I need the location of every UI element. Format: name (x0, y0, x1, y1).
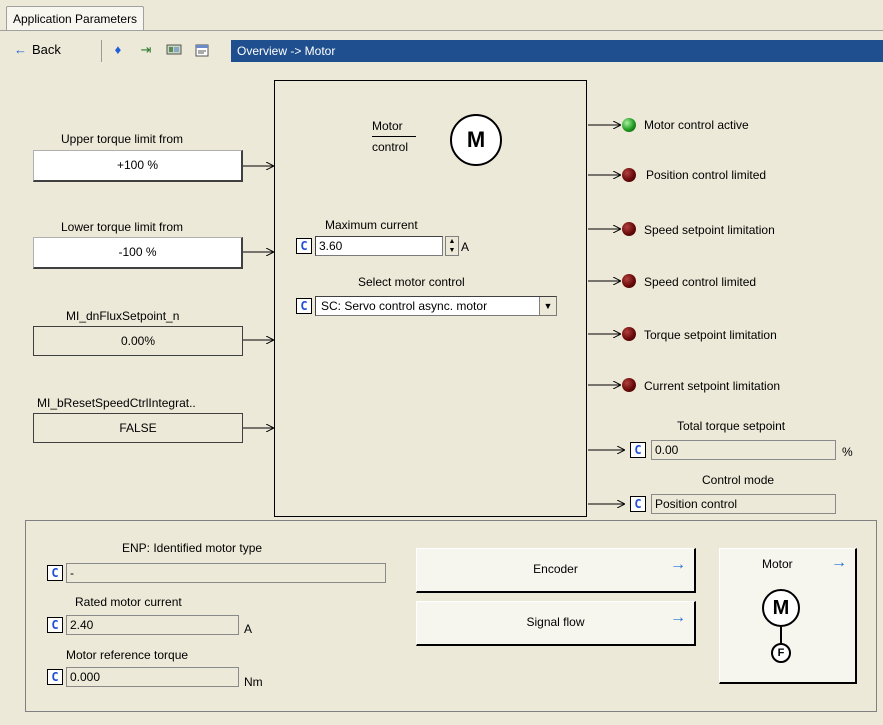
enp-label: ENP: Identified motor type (122, 541, 263, 555)
arrow-right-icon: → (670, 556, 686, 573)
total-torque-c-button[interactable]: C (630, 442, 646, 458)
motor-shaft (780, 627, 782, 643)
rated-current-label: Rated motor current (75, 595, 182, 609)
signal-flow-button-label: Signal flow (526, 615, 585, 629)
max-current-unit: A (461, 240, 470, 254)
max-current-label: Maximum current (325, 218, 418, 232)
control-mode-value: Position control (651, 494, 836, 514)
upper-torque-label: Upper torque limit from (61, 132, 184, 146)
current-setpoint-limitation-label: Current setpoint limitation (644, 379, 781, 393)
flux-setpoint-label: MI_dnFluxSetpoint_n (66, 309, 180, 323)
torque-setpoint-limitation-led (622, 327, 636, 341)
motor-label: Motor (372, 119, 403, 133)
rated-current-unit: A (244, 622, 253, 636)
max-current-spinner[interactable]: ▲ ▼ (445, 236, 459, 256)
motor-symbol-icon: M (450, 114, 502, 166)
rated-current-c-button[interactable]: C (47, 617, 63, 633)
motor-control-underline (372, 136, 416, 137)
control-label: control (372, 140, 409, 154)
select-motor-control-label: Select motor control (358, 275, 465, 289)
signal-flow-button[interactable]: Signal flow → (416, 601, 696, 646)
encoder-button[interactable]: Encoder → (416, 548, 696, 593)
lower-torque-value[interactable]: -100 % (33, 237, 243, 269)
motor-control-active-led (622, 118, 636, 132)
encoder-button-label: Encoder (533, 562, 578, 576)
motor-button-label: Motor (762, 557, 793, 571)
enp-c-button[interactable]: C (47, 565, 63, 581)
flux-setpoint-value[interactable]: 0.00% (33, 326, 243, 356)
arrow-right-icon: → (831, 554, 847, 571)
position-control-limited-label: Position control limited (646, 168, 767, 182)
motor-control-select-value: SC: Servo control async. motor (321, 299, 488, 313)
motor-control-select[interactable]: SC: Servo control async. motor ▼ (315, 296, 557, 316)
arrow-right-icon: → (670, 609, 686, 626)
rated-current-value: 2.40 (66, 615, 239, 635)
total-torque-value: 0.00 (651, 440, 836, 460)
reference-torque-unit: Nm (244, 675, 263, 689)
speed-setpoint-limitation-led (622, 222, 636, 236)
speed-setpoint-limitation-label: Speed setpoint limitation (644, 223, 775, 237)
feedback-encoder-icon: F (771, 643, 791, 663)
torque-setpoint-limitation-label: Torque setpoint limitation (644, 328, 777, 342)
speed-control-limited-led (622, 274, 636, 288)
control-mode-c-button[interactable]: C (630, 496, 646, 512)
chevron-down-icon[interactable]: ▼ (539, 297, 556, 315)
reset-speed-ctrl-label: MI_bResetSpeedCtrlIntegrat.. (37, 396, 196, 410)
motor-symbol-icon: M (762, 589, 800, 627)
motor-control-active-label: Motor control active (644, 118, 749, 132)
speed-control-limited-label: Speed control limited (644, 275, 757, 289)
motor-control-c-button[interactable]: C (296, 298, 312, 314)
total-torque-label: Total torque setpoint (677, 419, 786, 433)
total-torque-unit: % (842, 445, 853, 459)
reference-torque-label: Motor reference torque (66, 648, 189, 662)
upper-torque-value[interactable]: +100 % (33, 150, 243, 182)
reset-speed-ctrl-value[interactable]: FALSE (33, 413, 243, 443)
motor-button[interactable]: Motor → M F (719, 548, 857, 684)
reference-torque-c-button[interactable]: C (47, 669, 63, 685)
current-setpoint-limitation-led (622, 378, 636, 392)
max-current-c-button[interactable]: C (296, 238, 312, 254)
reference-torque-value: 0.000 (66, 667, 239, 687)
max-current-input[interactable]: 3.60 (315, 236, 443, 256)
control-mode-label: Control mode (702, 473, 775, 487)
enp-value: - (66, 563, 386, 583)
lower-torque-label: Lower torque limit from (61, 220, 184, 234)
position-control-limited-led (622, 168, 636, 182)
